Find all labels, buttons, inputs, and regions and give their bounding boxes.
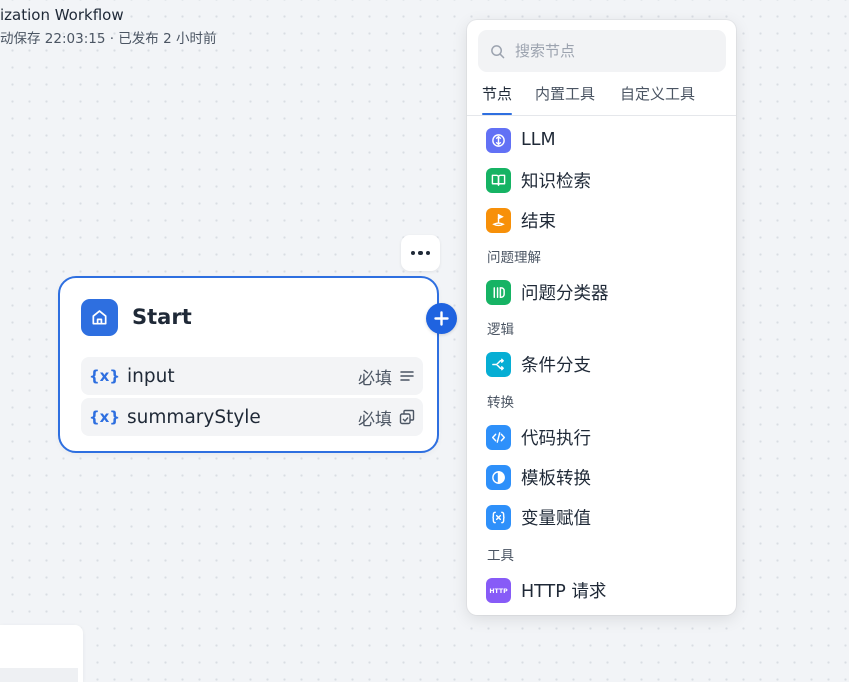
node-item-label: 模板转换	[521, 468, 591, 489]
section-transform: 转换	[487, 395, 514, 411]
node-item-label: 结束	[521, 211, 556, 232]
variable-row-input[interactable]: {x} input 必填	[81, 357, 423, 395]
workflow-title: ization Workflow	[0, 6, 124, 24]
minimap-bar	[0, 668, 78, 682]
http-icon: HTTP	[486, 577, 511, 603]
variable-name: input	[127, 365, 175, 387]
node-item-label: 代码执行	[521, 428, 591, 449]
start-node[interactable]: Start {x} input 必填 {x} summaryStyle 必填	[58, 276, 439, 453]
select-copy-icon	[399, 409, 415, 425]
tab-custom-tools[interactable]: 自定义工具	[620, 83, 695, 104]
node-item-knowledge-retrieval[interactable]: 知识检索	[475, 163, 728, 197]
node-item-llm[interactable]: LLM	[475, 123, 728, 157]
node-item-question-classifier[interactable]: 问题分类器	[475, 275, 728, 309]
minimap[interactable]	[0, 625, 83, 682]
panel-tabs: 节点 内置工具 自定义工具	[467, 83, 736, 116]
svg-text:HTTP: HTTP	[489, 588, 508, 594]
tab-builtin-tools[interactable]: 内置工具	[535, 83, 595, 104]
more-dot	[418, 250, 423, 256]
node-item-label: 问题分类器	[521, 283, 609, 304]
node-item-template-transform[interactable]: 模板转换	[475, 460, 728, 494]
search-input[interactable]	[513, 41, 717, 61]
book-icon	[486, 167, 511, 193]
section-logic: 逻辑	[487, 322, 514, 338]
search-box[interactable]	[478, 30, 726, 72]
text-lines-icon	[399, 368, 415, 384]
node-item-code[interactable]: 代码执行	[475, 420, 728, 454]
variable-icon	[486, 504, 511, 530]
variable-row-summarystyle[interactable]: {x} summaryStyle 必填	[81, 398, 423, 436]
node-item-variable-assigner[interactable]: 变量赋值	[475, 500, 728, 534]
variable-name: summaryStyle	[127, 406, 261, 428]
home-icon	[81, 299, 118, 336]
branch-icon	[486, 351, 511, 377]
code-icon	[486, 424, 511, 450]
variable-tag: {x}	[89, 408, 121, 426]
required-label: 必填	[358, 368, 392, 389]
node-item-label: 变量赋值	[521, 508, 591, 529]
node-item-label: LLM	[521, 130, 556, 150]
required-label: 必填	[358, 409, 392, 430]
node-item-label: 知识检索	[521, 171, 591, 192]
plus-icon	[434, 311, 449, 326]
end-flag-icon	[486, 207, 511, 233]
node-item-label: 条件分支	[521, 355, 591, 376]
node-item-http-request[interactable]: HTTP HTTP 请求	[475, 573, 728, 607]
tab-nodes[interactable]: 节点	[482, 83, 513, 115]
variable-tag: {x}	[89, 367, 121, 385]
start-node-title: Start	[132, 305, 192, 329]
node-more-button[interactable]	[401, 235, 440, 271]
more-dot	[425, 250, 431, 256]
more-dot	[410, 250, 416, 256]
section-question-understanding: 问题理解	[487, 250, 541, 266]
section-tools: 工具	[487, 548, 514, 564]
llm-icon	[486, 127, 511, 153]
node-picker-panel: 节点 内置工具 自定义工具 LLM 知识检索 结束 问题理解	[467, 20, 736, 615]
classifier-icon	[486, 279, 511, 305]
node-item-if-else[interactable]: 条件分支	[475, 347, 728, 381]
node-item-label: HTTP 请求	[521, 581, 607, 602]
search-icon	[490, 44, 505, 59]
add-node-button[interactable]	[426, 303, 457, 334]
workflow-save-status: 动保存 22:03:15 · 已发布 2 小时前	[0, 31, 217, 47]
node-item-end[interactable]: 结束	[475, 203, 728, 237]
template-icon	[486, 464, 511, 490]
